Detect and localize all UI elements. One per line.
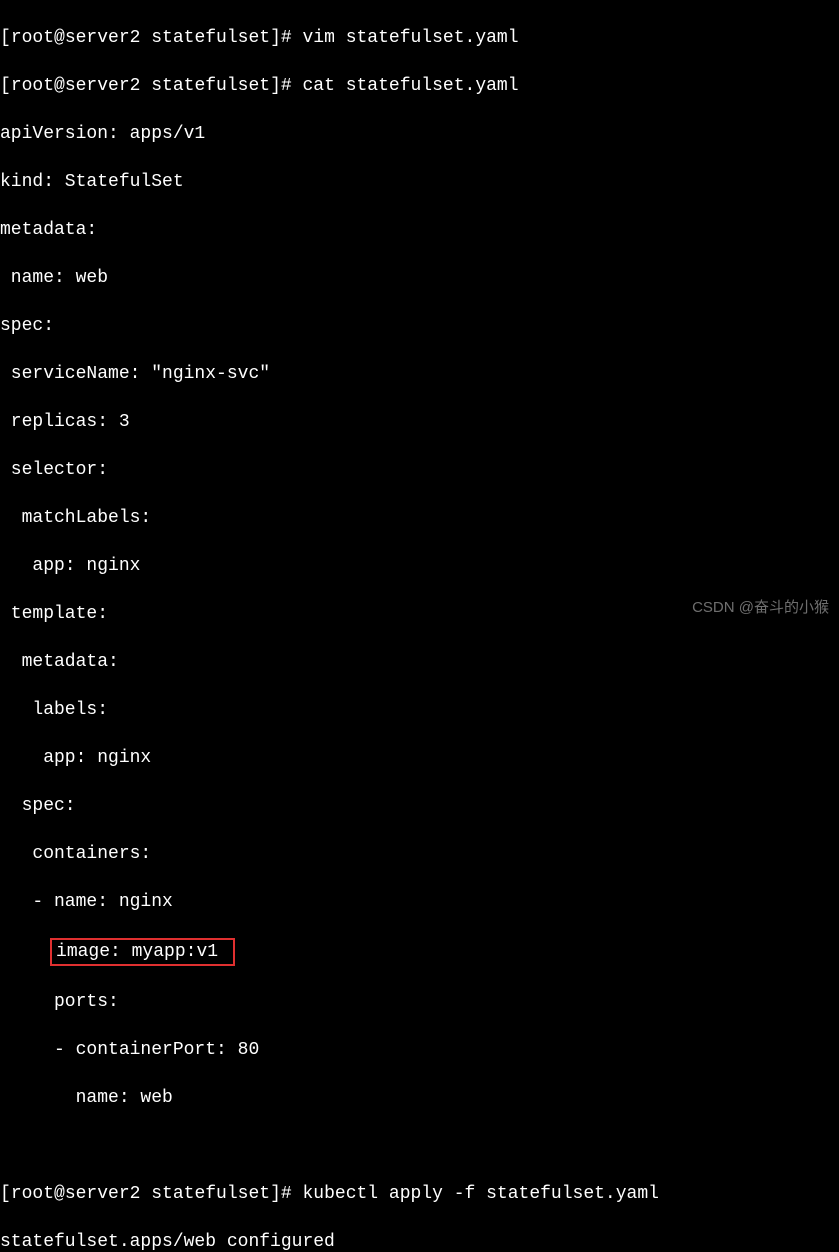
blank-line [0, 1134, 839, 1158]
cwd: statefulset [151, 1184, 270, 1204]
yaml-line: replicas: 3 [0, 410, 839, 434]
bracket-open: [ [0, 28, 11, 48]
indent [0, 942, 54, 962]
bracket-open: [ [0, 76, 11, 96]
user-host: root@server2 [11, 28, 141, 48]
prompt-line-1: [root@server2 statefulset]# vim stateful… [0, 26, 839, 50]
bracket-close: ]# [270, 1184, 302, 1204]
yaml-line: apiVersion: apps/v1 [0, 122, 839, 146]
yaml-line: serviceName: "nginx-svc" [0, 362, 839, 386]
yaml-line: kind: StatefulSet [0, 170, 839, 194]
yaml-line: matchLabels: [0, 506, 839, 530]
yaml-line: metadata: [0, 650, 839, 674]
bracket-open: [ [0, 1184, 11, 1204]
cwd: statefulset [151, 28, 270, 48]
user-host: root@server2 [11, 76, 141, 96]
yaml-line: metadata: [0, 218, 839, 242]
prompt-line-3: [root@server2 statefulset]# kubectl appl… [0, 1182, 839, 1206]
command-vim: vim statefulset.yaml [302, 28, 518, 48]
cwd: statefulset [151, 76, 270, 96]
yaml-line: ports: [0, 990, 839, 1014]
bracket-close: ]# [270, 76, 302, 96]
yaml-line: selector: [0, 458, 839, 482]
user-host: root@server2 [11, 1184, 141, 1204]
yaml-line-highlight: image: myapp:v1 [0, 938, 839, 966]
prompt-line-2: [root@server2 statefulset]# cat stateful… [0, 74, 839, 98]
yaml-line: spec: [0, 314, 839, 338]
yaml-line: app: nginx [0, 554, 839, 578]
bracket-close: ]# [270, 28, 302, 48]
terminal-output[interactable]: [root@server2 statefulset]# vim stateful… [0, 2, 839, 1252]
yaml-line: app: nginx [0, 746, 839, 770]
yaml-line: name: web [0, 266, 839, 290]
yaml-line: - containerPort: 80 [0, 1038, 839, 1062]
yaml-line: - name: nginx [0, 890, 839, 914]
yaml-line: name: web [0, 1086, 839, 1110]
command-cat: cat statefulset.yaml [302, 76, 518, 96]
watermark-text: CSDN @奋斗的小猴 [692, 596, 829, 620]
yaml-line: containers: [0, 842, 839, 866]
highlight-box: image: myapp:v1 [50, 938, 235, 966]
command-apply: kubectl apply -f statefulset.yaml [302, 1184, 658, 1204]
yaml-line: spec: [0, 794, 839, 818]
apply-result: statefulset.apps/web configured [0, 1230, 839, 1252]
yaml-line: labels: [0, 698, 839, 722]
